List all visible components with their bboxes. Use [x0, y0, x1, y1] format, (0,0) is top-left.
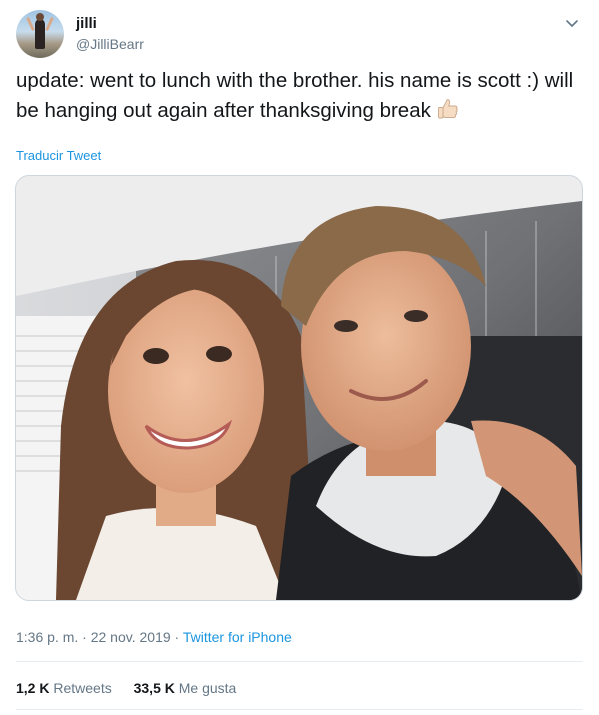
likes-label: Me gusta	[178, 680, 237, 696]
tweet-time[interactable]: 1:36 p. m.	[16, 629, 78, 645]
tweet-header: jilli @JilliBearr	[16, 10, 583, 62]
translate-tweet-link[interactable]: Traducir Tweet	[16, 148, 101, 163]
likes-stat[interactable]: 33,5 K Me gusta	[134, 679, 237, 697]
avatar[interactable]	[16, 10, 64, 58]
display-name[interactable]: jilli	[76, 14, 144, 34]
author-names: jilli @JilliBearr	[76, 14, 144, 54]
tweet-photo[interactable]	[15, 175, 583, 601]
tweet-source-link[interactable]: Twitter for iPhone	[183, 629, 292, 645]
user-handle[interactable]: @JilliBearr	[76, 34, 144, 54]
tweet-text: update: went to lunch with the brother. …	[16, 66, 583, 132]
retweets-stat[interactable]: 1,2 K Retweets	[16, 679, 112, 697]
tweet-date[interactable]: 22 nov. 2019	[91, 629, 171, 645]
tweet-text-body: update: went to lunch with the brother. …	[16, 69, 574, 122]
retweets-label: Retweets	[53, 680, 112, 696]
chevron-down-icon[interactable]	[563, 14, 581, 32]
meta-separator-2: ·	[170, 629, 183, 645]
tweet-meta: 1:36 p. m. · 22 nov. 2019 · Twitter for …	[16, 628, 292, 646]
divider-bottom	[16, 709, 583, 710]
likes-count: 33,5 K	[133, 680, 175, 696]
retweets-count: 1,2 K	[16, 680, 50, 696]
tweet-card: jilli @JilliBearr update: went to lunch …	[0, 0, 599, 715]
tweet-stats: 1,2 K Retweets 33,5 K Me gusta	[16, 679, 254, 697]
thumbs-up-emoji	[435, 97, 461, 132]
divider	[16, 661, 583, 662]
meta-separator: ·	[78, 629, 91, 645]
